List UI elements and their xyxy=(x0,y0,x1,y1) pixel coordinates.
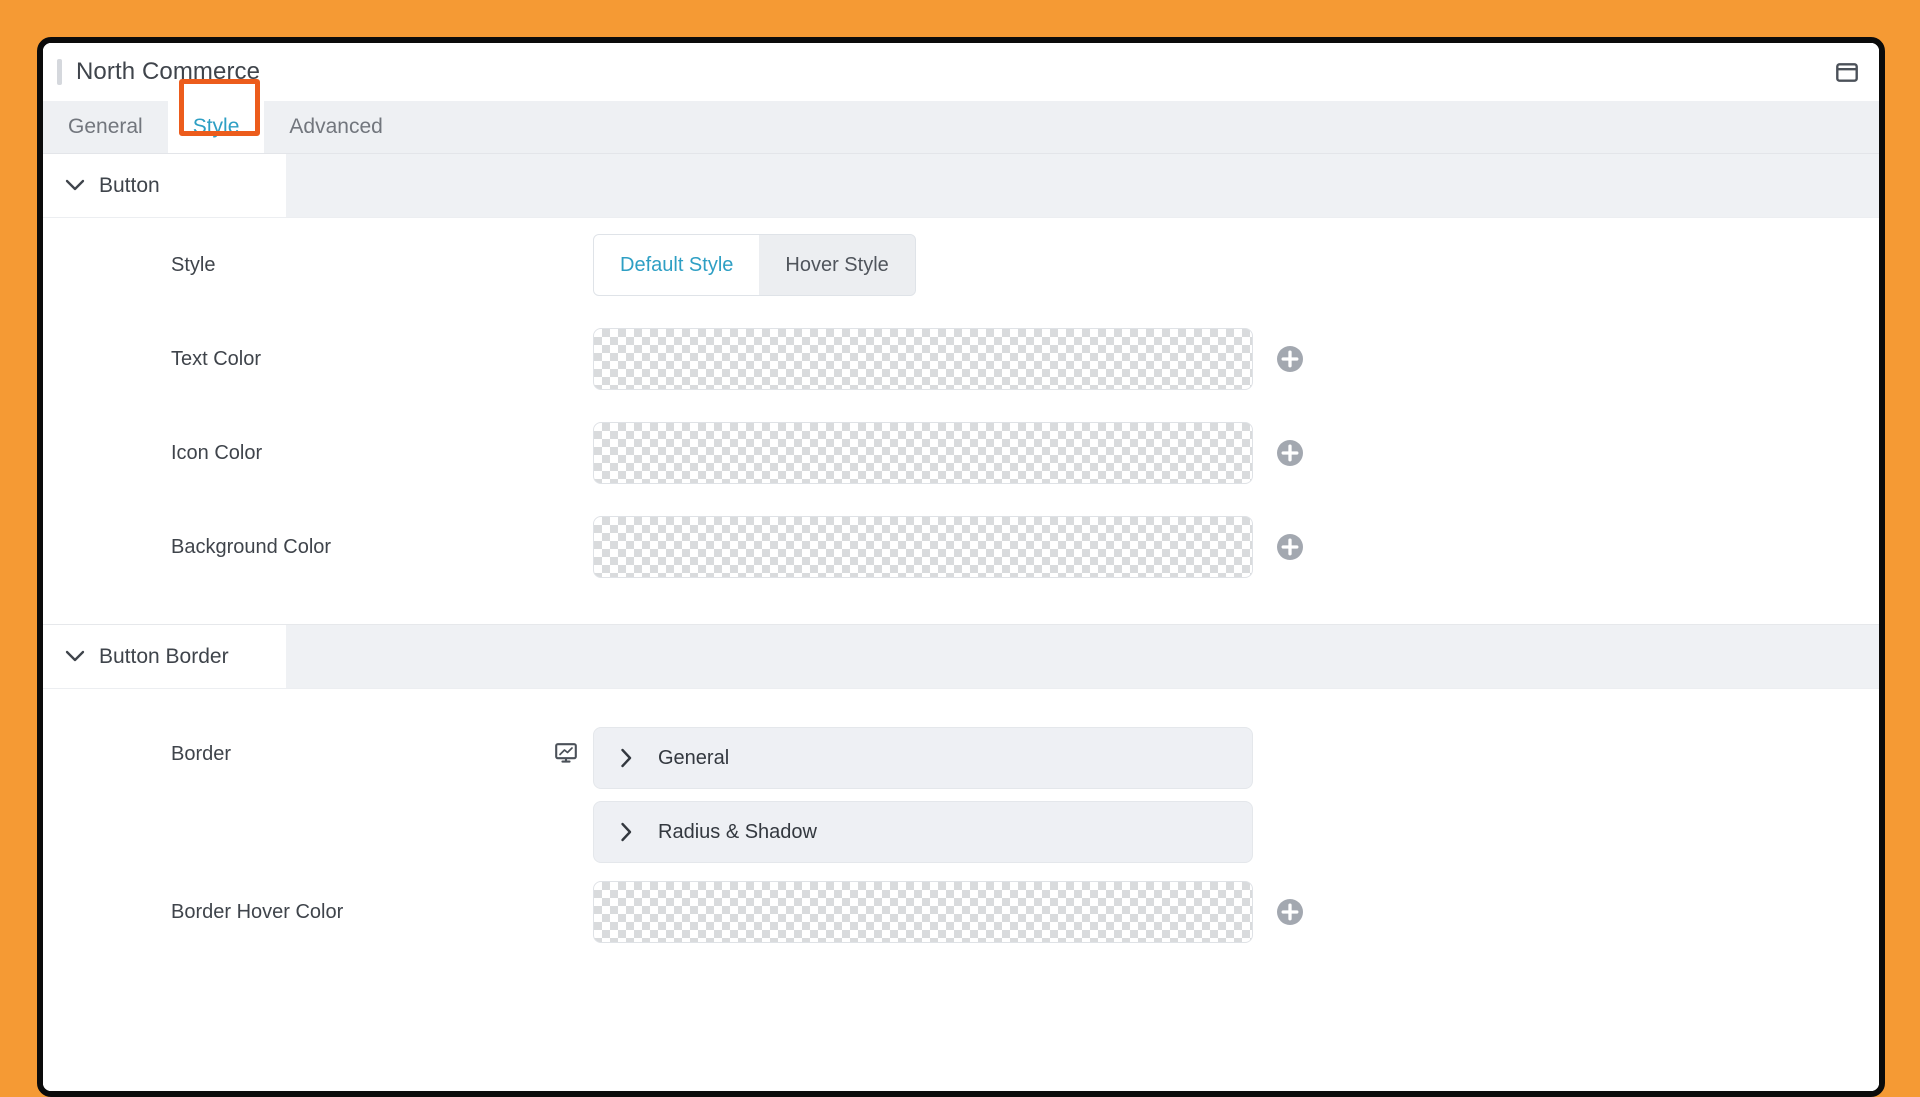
color-control-background-color xyxy=(593,516,1305,578)
control-row-style: Style Default Style Hover Style xyxy=(43,218,1879,312)
toggle-hover-style-label: Hover Style xyxy=(785,254,888,277)
subaccordion-general-label: General xyxy=(658,747,729,770)
plus-circle-icon[interactable] xyxy=(1275,897,1305,927)
panel-layout-icon[interactable] xyxy=(1833,58,1861,86)
control-field-border: General Radius & Shadow xyxy=(551,727,1839,863)
title-accent-bar xyxy=(57,59,62,85)
control-field-border-hover-color xyxy=(551,881,1839,943)
control-row-icon-color: Icon Color xyxy=(43,406,1879,500)
chevron-right-icon xyxy=(620,748,644,768)
chevron-down-icon xyxy=(61,650,89,663)
control-label-style: Style xyxy=(171,254,551,277)
control-label-border: Border xyxy=(171,727,551,766)
section-header-button[interactable]: Button xyxy=(43,154,1879,218)
tab-style-label: Style xyxy=(193,115,240,139)
color-swatch-background-color[interactable] xyxy=(593,516,1253,578)
color-control-border-hover-color xyxy=(593,881,1305,943)
control-field-text-color xyxy=(551,328,1839,390)
plus-circle-icon[interactable] xyxy=(1275,344,1305,374)
tab-style[interactable]: Style xyxy=(168,101,265,153)
color-swatch-border-hover-color[interactable] xyxy=(593,881,1253,943)
toggle-hover-style[interactable]: Hover Style xyxy=(759,235,914,295)
control-field-background-color xyxy=(551,516,1839,578)
tab-general[interactable]: General xyxy=(43,101,168,153)
widget-panel-frame: North Commerce General Style xyxy=(37,37,1885,1097)
plus-circle-icon[interactable] xyxy=(1275,438,1305,468)
control-row-background-color: Background Color xyxy=(43,500,1879,594)
control-field-icon-color xyxy=(551,422,1839,484)
section-body-button: Style Default Style Hover Style xyxy=(43,218,1879,625)
toggle-default-style-label: Default Style xyxy=(620,254,733,277)
section-title-button-border: Button Border xyxy=(99,645,229,669)
toggle-default-style[interactable]: Default Style xyxy=(594,235,759,295)
subaccordion-general[interactable]: General xyxy=(593,727,1253,789)
panel-tabs: General Style Advanced xyxy=(43,101,1879,154)
color-control-icon-color xyxy=(593,422,1305,484)
border-subaccordion-stack: General Radius & Shadow xyxy=(593,727,1253,863)
section-header-button-border[interactable]: Button Border xyxy=(43,625,1879,689)
color-control-text-color xyxy=(593,328,1305,390)
control-label-icon-color: Icon Color xyxy=(171,442,551,465)
panel-content: Button Style Default Style xyxy=(43,154,1879,1091)
color-swatch-icon-color[interactable] xyxy=(593,422,1253,484)
plus-circle-icon[interactable] xyxy=(1275,532,1305,562)
control-label-background-color: Background Color xyxy=(171,536,551,559)
page-title: North Commerce xyxy=(76,58,260,86)
control-label-border-hover-color: Border Hover Color xyxy=(171,901,551,924)
tab-advanced[interactable]: Advanced xyxy=(264,101,407,153)
control-row-border: Border xyxy=(43,689,1879,865)
widget-settings-panel: North Commerce General Style xyxy=(43,43,1879,1091)
control-row-border-hover-color: Border Hover Color xyxy=(43,865,1879,959)
style-toggle-group: Default Style Hover Style xyxy=(593,234,916,296)
tab-general-label: General xyxy=(68,115,143,139)
desktop-monitor-icon[interactable] xyxy=(551,743,581,763)
chevron-right-icon xyxy=(620,822,644,842)
subaccordion-radius-shadow-label: Radius & Shadow xyxy=(658,821,817,844)
control-row-text-color: Text Color xyxy=(43,312,1879,406)
subaccordion-radius-shadow[interactable]: Radius & Shadow xyxy=(593,801,1253,863)
color-swatch-text-color[interactable] xyxy=(593,328,1253,390)
page-background: North Commerce General Style xyxy=(0,0,1920,1080)
control-label-text-color: Text Color xyxy=(171,348,551,371)
section-title-button: Button xyxy=(99,174,160,198)
control-field-style: Default Style Hover Style xyxy=(551,234,1839,296)
panel-titlebar: North Commerce xyxy=(43,43,1879,101)
chevron-down-icon xyxy=(61,179,89,192)
section-body-button-border: Border xyxy=(43,689,1879,959)
tab-advanced-label: Advanced xyxy=(289,115,382,139)
